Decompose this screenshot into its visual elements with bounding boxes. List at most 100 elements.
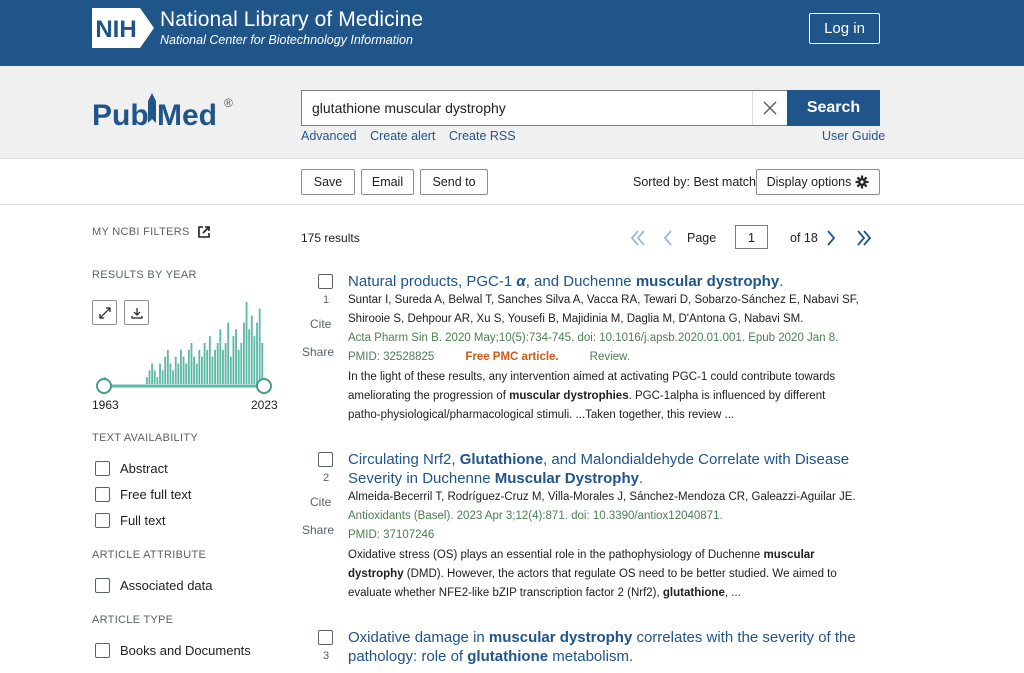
email-button[interactable]: Email — [361, 169, 414, 195]
result-2-checkbox[interactable] — [318, 452, 333, 467]
histogram-bar[interactable] — [256, 322, 258, 385]
result-1-snippet-2: ameliorating the progression of muscular… — [348, 390, 826, 402]
histogram-bar[interactable] — [169, 363, 172, 385]
histogram-bar[interactable] — [229, 356, 232, 384]
histogram-bar[interactable] — [250, 315, 253, 384]
histogram-bar[interactable] — [216, 343, 219, 384]
filter-free-full-text-checkbox[interactable] — [95, 487, 110, 502]
filter-books-documents[interactable]: Books and Documents — [95, 643, 251, 658]
histogram-bar[interactable] — [201, 356, 203, 384]
result-2-title[interactable]: Circulating Nrf2, Glutathione, and Malon… — [348, 450, 868, 488]
first-page-icon[interactable] — [628, 225, 648, 251]
histogram-bar[interactable] — [261, 343, 264, 384]
histogram-bar[interactable] — [164, 356, 167, 384]
article-attribute-heading: ARTICLE ATTRIBUTE — [92, 549, 207, 561]
histogram-bar[interactable] — [187, 349, 190, 384]
result-1-authors-line1: Suntar I, Sureda A, Belwal T, Sanches Si… — [348, 294, 859, 306]
external-link-icon — [197, 226, 210, 238]
histogram-bar[interactable] — [222, 349, 224, 384]
histogram-bar[interactable] — [227, 322, 230, 385]
result-3-checkbox[interactable] — [318, 630, 333, 645]
advanced-link[interactable]: Advanced — [301, 129, 357, 143]
histogram-bar[interactable] — [153, 370, 156, 384]
result-1-cite-button[interactable]: Cite — [310, 317, 331, 331]
histogram-bar[interactable] — [195, 363, 198, 385]
histogram-bar[interactable] — [253, 336, 256, 384]
save-button[interactable]: Save — [301, 169, 355, 195]
histogram-bar[interactable] — [232, 336, 235, 384]
histogram-bar[interactable] — [145, 377, 148, 384]
histogram-bar[interactable] — [177, 363, 180, 385]
filter-full-text[interactable]: Full text — [95, 513, 166, 528]
histogram-bar[interactable] — [245, 302, 248, 384]
pubmed-logo[interactable]: Pub Med ® — [90, 87, 240, 137]
histogram-bar[interactable] — [258, 308, 261, 384]
result-2-share-button[interactable]: Share — [302, 523, 334, 537]
histogram-bar[interactable] — [219, 329, 222, 384]
last-page-icon[interactable] — [854, 225, 874, 251]
result-2-snippet-3: evaluate whether NFE2-like bZIP transcri… — [348, 587, 741, 599]
histogram-bar[interactable] — [214, 349, 216, 384]
clear-search-button[interactable] — [752, 91, 787, 125]
nih-subtitle: National Center for Biotechnology Inform… — [160, 32, 413, 47]
histogram-bar[interactable] — [237, 349, 240, 384]
nih-logo[interactable]: NIH National Library of Medicine Nationa… — [92, 8, 423, 48]
histogram-bar[interactable] — [159, 363, 161, 385]
results-by-year-chart[interactable] — [92, 296, 278, 396]
histogram-bar[interactable] — [172, 370, 175, 384]
histogram-bar[interactable] — [203, 343, 206, 384]
histogram-bar[interactable] — [190, 343, 193, 384]
result-1-share-button[interactable]: Share — [302, 345, 334, 359]
filter-associated-data[interactable]: Associated data — [95, 578, 213, 593]
my-ncbi-filters-label: MY NCBI FILTERS — [92, 226, 190, 238]
create-rss-link[interactable]: Create RSS — [449, 129, 516, 143]
histogram-bar[interactable] — [235, 329, 237, 384]
histogram-bar[interactable] — [198, 349, 201, 384]
histogram-bar[interactable] — [182, 356, 185, 384]
display-options-button[interactable]: Display options — [756, 169, 880, 195]
histogram-bar[interactable] — [185, 363, 188, 385]
histogram-bar[interactable] — [211, 356, 214, 384]
user-guide-link[interactable]: User Guide — [822, 129, 885, 143]
histogram-bar[interactable] — [208, 336, 211, 384]
histogram-bar[interactable] — [224, 343, 227, 384]
filter-full-text-checkbox[interactable] — [95, 513, 110, 528]
result-2-cite-button[interactable]: Cite — [310, 495, 331, 509]
bookmark-icon — [148, 93, 156, 123]
next-page-icon[interactable] — [823, 225, 839, 251]
result-1-free-pmc[interactable]: Free PMC article. — [465, 351, 558, 363]
histogram-bar[interactable] — [248, 329, 251, 384]
histogram-bar[interactable] — [161, 370, 164, 384]
sort-label[interactable]: Sorted by: Best match — [633, 175, 756, 189]
page-number-input[interactable]: 1 — [735, 225, 768, 249]
result-1-title[interactable]: Natural products, PGC-1 α, and Duchenne … — [348, 272, 868, 291]
filter-books-documents-checkbox[interactable] — [95, 643, 110, 658]
result-1-pmid: PMID: 32528825 — [348, 351, 435, 363]
result-1-checkbox[interactable] — [318, 274, 333, 289]
result-1-authors-line2: Shirooie S, Dehpour AR, Xu S, Yousefi B,… — [348, 313, 804, 325]
histogram-bar[interactable] — [243, 322, 245, 385]
search-button[interactable]: Search — [787, 90, 880, 126]
histogram-bar[interactable] — [148, 370, 151, 384]
histogram-bar[interactable] — [180, 349, 182, 384]
histogram-bar[interactable] — [206, 349, 209, 384]
histogram-bar[interactable] — [166, 349, 169, 384]
login-button[interactable]: Log in — [809, 13, 880, 44]
filter-abstract-checkbox[interactable] — [95, 461, 110, 476]
histogram-bar[interactable] — [156, 377, 159, 384]
send-to-button[interactable]: Send to — [420, 169, 488, 195]
search-links: Advanced Create alert Create RSS — [301, 129, 526, 143]
histogram-bar[interactable] — [240, 343, 243, 384]
result-1-citation: Acta Pharm Sin B. 2020 May;10(5):734-745… — [348, 332, 839, 344]
filter-free-full-text[interactable]: Free full text — [95, 487, 192, 502]
result-3-title[interactable]: Oxidative damage in muscular dystrophy c… — [348, 628, 868, 666]
filter-abstract[interactable]: Abstract — [95, 461, 168, 476]
my-ncbi-filters[interactable]: MY NCBI FILTERS — [92, 226, 210, 238]
search-input[interactable] — [302, 91, 750, 125]
histogram-bar[interactable] — [151, 363, 154, 385]
create-alert-link[interactable]: Create alert — [370, 129, 435, 143]
histogram-bar[interactable] — [193, 356, 195, 384]
previous-page-icon[interactable] — [660, 225, 676, 251]
histogram-bar[interactable] — [174, 356, 177, 384]
filter-associated-data-checkbox[interactable] — [95, 578, 110, 593]
